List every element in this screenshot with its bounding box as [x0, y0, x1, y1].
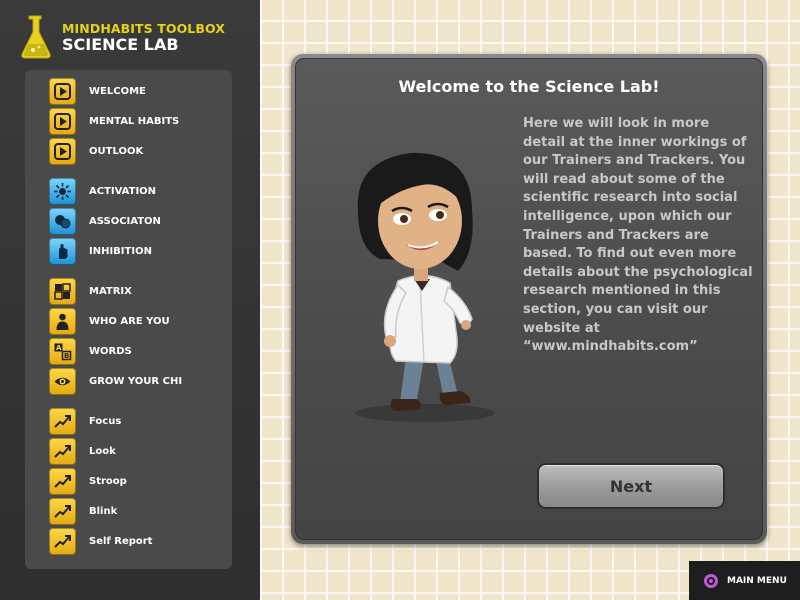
play-icon [49, 108, 76, 135]
menu-item-welcome[interactable]: WELCOME [49, 78, 219, 105]
trend-icon [49, 408, 76, 435]
play-icon [49, 78, 76, 105]
menu-item-label: MENTAL HABITS [89, 116, 180, 127]
scientist-character-illustration [355, 152, 495, 422]
hand-icon [49, 238, 76, 265]
play-icon [49, 138, 76, 165]
menu-item-label: GROW YOUR CHI [89, 376, 183, 387]
eye-icon [49, 368, 76, 395]
next-button-label: Next [609, 476, 653, 496]
menu-item-label: WELCOME [89, 86, 146, 97]
menu-item-blink[interactable]: Blink [49, 498, 219, 525]
person-icon [49, 308, 76, 335]
dialog-title: Welcome to the Science Lab! [398, 77, 660, 96]
menu-item-label: Look [89, 446, 116, 457]
menu-item-label: Blink [89, 506, 118, 517]
brand-title: MINDHABITS TOOLBOX [62, 21, 226, 36]
menu-item-label: INHIBITION [89, 246, 152, 257]
main-menu-label: MAIN MENU [727, 575, 787, 586]
menu-item-matrix[interactable]: MATRIX [49, 278, 219, 305]
brand-subtitle: SCIENCE LAB [62, 35, 179, 54]
menu-item-focus[interactable]: Focus [49, 408, 219, 435]
svg-text:B: B [64, 352, 69, 360]
menu-item-associaton[interactable]: ASSOCIATON [49, 208, 219, 235]
menu-item-label: WORDS [89, 346, 132, 357]
menu-item-activation[interactable]: ACTIVATION [49, 178, 219, 205]
welcome-dialog: Welcome to the Science Lab! Here we will… [291, 54, 767, 544]
menu-item-label: MATRIX [89, 286, 132, 297]
trend-icon [49, 528, 76, 555]
brand: MINDHABITS TOOLBOX SCIENCE LAB [20, 14, 250, 60]
menu-item-outlook[interactable]: OUTLOOK [49, 138, 219, 165]
dialog-panel: Welcome to the Science Lab! Here we will… [295, 58, 763, 540]
menu-item-label: Self Report [89, 536, 153, 547]
menu-item-label: Focus [89, 416, 122, 427]
letters-icon: AB [49, 338, 76, 365]
menu-item-label: Stroop [89, 476, 127, 487]
next-button[interactable]: Next [537, 463, 725, 509]
grid-icon [49, 278, 76, 305]
menu-item-mental-habits[interactable]: MENTAL HABITS [49, 108, 219, 135]
flask-logo-icon [21, 15, 51, 59]
dialog-body-text: Here we will look in more detail at the … [523, 116, 753, 355]
menu-item-label: WHO ARE YOU [89, 316, 170, 327]
trend-icon [49, 468, 76, 495]
burst-icon [49, 178, 76, 205]
menu-item-self-report[interactable]: Self Report [49, 528, 219, 555]
menu-item-label: ACTIVATION [89, 186, 157, 197]
menu-item-label: ASSOCIATON [89, 216, 161, 227]
menu-item-grow-your-chi[interactable]: GROW YOUR CHI [49, 368, 219, 395]
menu-panel: WELCOME MENTAL HABITS OUTLOOK ACTIVATION [25, 70, 232, 569]
menu-item-stroop[interactable]: Stroop [49, 468, 219, 495]
svg-text:A: A [56, 344, 62, 352]
menu-item-look[interactable]: Look [49, 438, 219, 465]
menu-item-inhibition[interactable]: INHIBITION [49, 238, 219, 265]
main-area: Welcome to the Science Lab! Here we will… [260, 0, 800, 600]
main-menu-icon [704, 573, 718, 588]
circles-icon [49, 208, 76, 235]
trend-icon [49, 498, 76, 525]
menu-item-label: OUTLOOK [89, 146, 144, 157]
sidebar: MINDHABITS TOOLBOX SCIENCE LAB WELCOME M… [0, 0, 260, 600]
main-menu-button[interactable]: MAIN MENU [689, 561, 800, 600]
trend-icon [49, 438, 76, 465]
menu-item-words[interactable]: AB WORDS [49, 338, 219, 365]
menu-item-who-are-you[interactable]: WHO ARE YOU [49, 308, 219, 335]
